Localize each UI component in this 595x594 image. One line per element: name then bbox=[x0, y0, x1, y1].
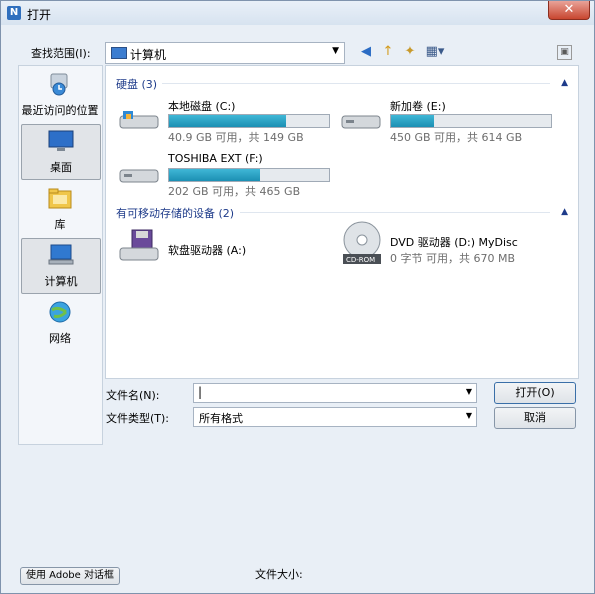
drive-e[interactable]: 新加卷 (E:) 450 GB 可用，共 614 GB bbox=[334, 98, 552, 144]
external-drive-icon bbox=[118, 164, 160, 184]
drive-name: TOSHIBA EXT (F:) bbox=[168, 152, 263, 165]
drive-name: 软盘驱动器 (A:) bbox=[168, 244, 247, 257]
place-desktop[interactable]: 桌面 bbox=[21, 124, 101, 180]
desktop-icon bbox=[48, 129, 74, 153]
close-button[interactable]: ✕ bbox=[548, 1, 590, 20]
folder-up-icon[interactable]: ↑ bbox=[379, 43, 397, 61]
divider bbox=[240, 212, 550, 213]
back-icon[interactable]: ◀ bbox=[357, 43, 375, 61]
network-icon bbox=[47, 300, 73, 324]
text-cursor: | bbox=[198, 385, 203, 399]
floppy-drive-icon bbox=[118, 228, 160, 264]
file-browser[interactable]: 硬盘 (3) ▲ 本地磁盘 (C:) 40.9 GB 可用，共 149 GB 新… bbox=[105, 65, 579, 379]
chevron-down-icon[interactable]: ▼ bbox=[466, 387, 472, 396]
drive-d[interactable]: CD-ROM DVD 驱动器 (D:) MyDisc 0 字节 可用，共 670… bbox=[334, 220, 544, 270]
drive-name: 新加卷 (E:) bbox=[390, 100, 446, 113]
hard-drive-icon bbox=[118, 110, 160, 130]
place-label: 网络 bbox=[49, 332, 71, 345]
chevron-down-icon: ▼ bbox=[332, 46, 339, 56]
drive-size: 0 字节 可用，共 670 MB bbox=[390, 252, 516, 265]
chevron-down-icon: ▼ bbox=[465, 411, 472, 420]
filesize-label: 文件大小: bbox=[255, 568, 303, 581]
hard-drive-icon bbox=[340, 110, 382, 130]
open-button[interactable]: 打开(O) bbox=[494, 382, 576, 404]
drive-size: 202 GB 可用，共 465 GB bbox=[168, 185, 301, 198]
collapse-icon[interactable]: ▲ bbox=[561, 207, 568, 217]
lookin-label: 查找范围(I): bbox=[31, 47, 91, 60]
place-label: 库 bbox=[54, 218, 66, 231]
places-bar: 最近访问的位置 桌面 库 计算机 网络 bbox=[18, 65, 103, 445]
recent-places-icon bbox=[47, 72, 73, 96]
group-title-removable[interactable]: 有可移动存储的设备 (2) bbox=[116, 205, 234, 221]
drive-f[interactable]: TOSHIBA EXT (F:) 202 GB 可用，共 465 GB bbox=[112, 152, 330, 198]
place-computer[interactable]: 计算机 bbox=[21, 238, 101, 294]
preview-icon[interactable]: ▣ bbox=[557, 45, 572, 60]
drive-c[interactable]: 本地磁盘 (C:) 40.9 GB 可用，共 149 GB bbox=[112, 98, 330, 144]
filename-label: 文件名(N): bbox=[106, 389, 160, 402]
view-menu-icon[interactable]: ▦▾ bbox=[423, 43, 447, 61]
place-libraries[interactable]: 库 bbox=[21, 182, 99, 236]
drive-usage-bar bbox=[390, 114, 552, 128]
drive-usage-bar bbox=[168, 168, 330, 182]
cd-rom-icon: CD-ROM bbox=[340, 220, 382, 266]
divider bbox=[162, 83, 550, 84]
svg-text:CD-ROM: CD-ROM bbox=[346, 256, 375, 264]
cancel-button[interactable]: 取消 bbox=[494, 407, 576, 429]
lookin-dropdown[interactable]: 计算机 ▼ bbox=[105, 42, 345, 64]
drive-name: DVD 驱动器 (D:) MyDisc bbox=[390, 236, 518, 249]
place-network[interactable]: 网络 bbox=[21, 296, 99, 350]
collapse-icon[interactable]: ▲ bbox=[561, 78, 568, 88]
place-label: 桌面 bbox=[50, 161, 72, 174]
window-title: 打开 bbox=[27, 8, 52, 22]
place-recent[interactable]: 最近访问的位置 bbox=[21, 68, 99, 122]
drive-name: 本地磁盘 (C:) bbox=[168, 100, 236, 113]
place-label: 计算机 bbox=[44, 275, 78, 288]
usage-fill bbox=[391, 115, 435, 127]
app-icon: N bbox=[7, 6, 21, 20]
use-adobe-dialog-button[interactable]: 使用 Adobe 对话框 bbox=[20, 567, 120, 585]
usage-fill bbox=[169, 115, 286, 127]
open-dialog: N 打开 ✕ 查找范围(I): 计算机 ▼ ◀ ↑ ✦ ▦▾ ▣ 最近访问的位置… bbox=[0, 0, 595, 594]
usage-fill bbox=[169, 169, 261, 181]
library-icon bbox=[47, 186, 73, 210]
drive-a[interactable]: 软盘驱动器 (A:) bbox=[112, 228, 322, 274]
drive-usage-bar bbox=[168, 114, 330, 128]
lookin-value: 计算机 bbox=[130, 48, 167, 62]
drive-size: 450 GB 可用，共 614 GB bbox=[390, 131, 523, 144]
drive-size: 40.9 GB 可用，共 149 GB bbox=[168, 131, 304, 144]
place-label: 最近访问的位置 bbox=[21, 104, 99, 117]
new-folder-icon[interactable]: ✦ bbox=[401, 43, 419, 61]
group-title-hard-disks[interactable]: 硬盘 (3) bbox=[116, 76, 157, 92]
computer-icon bbox=[48, 243, 74, 267]
filetype-dropdown[interactable]: 所有格式 ▼ bbox=[193, 407, 477, 427]
filetype-label: 文件类型(T): bbox=[106, 412, 170, 425]
filename-input[interactable]: | ▼ bbox=[193, 383, 477, 403]
computer-icon bbox=[111, 47, 127, 59]
filetype-value: 所有格式 bbox=[199, 412, 243, 425]
title-bar: N 打开 ✕ bbox=[1, 1, 594, 25]
